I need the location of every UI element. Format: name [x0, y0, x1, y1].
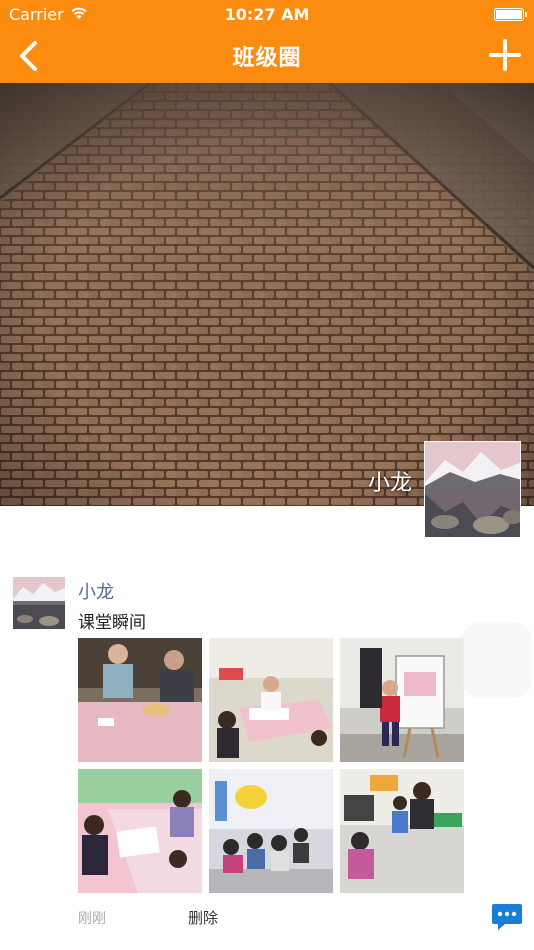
status-time: 10:27 AM: [224, 5, 310, 24]
cover-avatar[interactable]: [424, 441, 521, 538]
cover-user-name: 小龙: [367, 471, 412, 496]
battery-icon: [494, 8, 527, 21]
page-title: 班级圈: [232, 46, 302, 71]
post-text: 课堂瞬间: [78, 613, 146, 633]
post-author-avatar[interactable]: [13, 577, 65, 629]
post-photo[interactable]: [78, 769, 202, 893]
post-photo[interactable]: [209, 638, 333, 762]
post-photo[interactable]: [78, 638, 202, 762]
chat-bubble-icon[interactable]: [491, 902, 523, 932]
post-photo[interactable]: [209, 769, 333, 893]
post-author-name[interactable]: 小龙: [78, 578, 114, 604]
post-photo[interactable]: [340, 769, 464, 893]
add-post-button[interactable]: [488, 38, 522, 72]
post-photo[interactable]: [340, 638, 464, 762]
status-bar: Carrier 10:27 AM: [0, 0, 534, 30]
navigation-bar: Carrier 10:27 AM 班级圈: [0, 0, 534, 83]
delete-post-button[interactable]: 删除: [188, 907, 218, 928]
floating-button-overlay[interactable]: [462, 622, 532, 698]
post-timestamp: 刚刚: [78, 911, 106, 927]
